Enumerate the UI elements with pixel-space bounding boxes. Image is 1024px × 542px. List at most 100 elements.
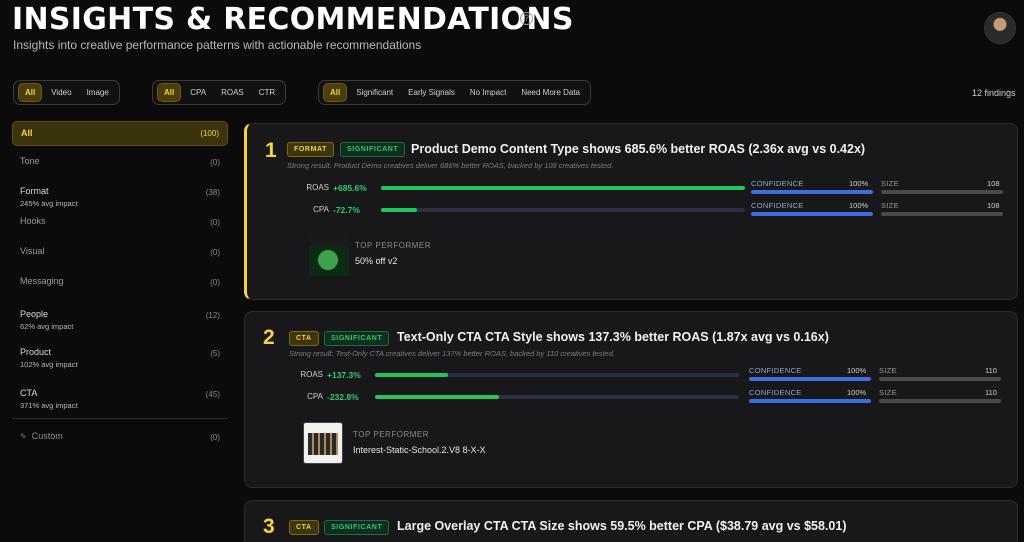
sidebar-item-all[interactable]: All (100) <box>12 121 228 146</box>
sidebar-item-format[interactable]: Format 245% avg impact (38) <box>12 180 228 210</box>
metric-label: CPA <box>313 205 329 214</box>
top-performer-name[interactable]: Interest-Static-School.2.V8 8-X-X <box>353 445 486 455</box>
top-performer-label: TOP PERFORMER <box>353 430 429 439</box>
sidebar-item-impact: 245% avg impact <box>20 199 78 208</box>
metric-row-roas: ROAS +685.6% CONFIDENCE 100% SIZE 108 <box>287 179 1007 194</box>
confidence-label: CONFIDENCE <box>749 366 802 375</box>
insight-description: Strong result: Text-Only CTA creatives d… <box>289 349 615 358</box>
category-sidebar: All (100) Tone (0) Format 245% avg impac… <box>12 121 228 455</box>
top-performer-label: TOP PERFORMER <box>355 241 431 250</box>
sidebar-item-impact: 371% avg impact <box>20 401 78 410</box>
size-label: SIZE <box>881 179 899 188</box>
confidence-label: CONFIDENCE <box>749 388 802 397</box>
metric-label: CPA <box>307 392 323 401</box>
confidence-value: 100% <box>849 201 869 210</box>
sidebar-item-count: (38) <box>205 188 220 197</box>
metric-bar-fill <box>381 208 418 212</box>
metric-bar <box>375 373 739 377</box>
metric-row-cpa: CPA -72.7% CONFIDENCE 100% SIZE 108 <box>287 201 1007 216</box>
category-badge: CTA <box>289 331 319 346</box>
filter-media-image[interactable]: Image <box>81 84 115 101</box>
metric-bar <box>381 186 745 190</box>
insight-card-1[interactable]: 1 FORMAT SIGNIFICANT Product Demo Conten… <box>244 123 1018 300</box>
insight-title: Product Demo Content Type shows 685.6% b… <box>411 142 866 156</box>
top-performer-thumbnail[interactable] <box>309 234 349 276</box>
page-subtitle: Insights into creative performance patte… <box>13 38 422 52</box>
media-filter-group: All Video Image <box>13 80 120 105</box>
sidebar-item-count: (0) <box>210 433 220 442</box>
sidebar-item-label: Tone <box>20 156 40 166</box>
metric-bar-fill <box>375 373 448 377</box>
metric-bar-fill <box>375 395 499 399</box>
insight-rank: 3 <box>263 515 275 538</box>
metric-value: -232.8% <box>327 392 359 402</box>
top-performer-thumbnail[interactable] <box>303 422 343 464</box>
sidebar-item-count: (45) <box>205 390 220 399</box>
size-bar <box>879 399 1001 403</box>
filter-metric-cpa[interactable]: CPA <box>184 84 212 101</box>
sidebar-item-label: Messaging <box>20 276 64 286</box>
sidebar-divider <box>12 418 228 419</box>
sidebar-item-count: (0) <box>210 278 220 287</box>
significance-badge: SIGNIFICANT <box>324 520 390 535</box>
sidebar-item-label: Custom <box>31 431 63 441</box>
filter-sig-no-impact[interactable]: No Impact <box>464 84 512 101</box>
sidebar-item-count: (0) <box>210 218 220 227</box>
metric-bar-fill <box>381 186 745 190</box>
insight-title: Text-Only CTA CTA Style shows 137.3% bet… <box>397 330 829 344</box>
filter-metric-all[interactable]: All <box>157 83 182 102</box>
size-bar <box>879 377 1001 381</box>
size-value: 108 <box>987 179 1000 188</box>
confidence-bar <box>749 399 871 403</box>
size-value: 110 <box>985 366 997 375</box>
sidebar-item-custom[interactable]: ✎ Custom (0) <box>12 425 228 455</box>
metric-bar <box>375 395 739 399</box>
size-value: 108 <box>987 201 1000 210</box>
insight-description: Strong result: Product Demo creatives de… <box>287 161 614 170</box>
confidence-bar <box>749 377 871 381</box>
sidebar-item-tone[interactable]: Tone (0) <box>12 150 228 180</box>
metric-value: +685.6% <box>333 183 367 193</box>
sidebar-item-count: (0) <box>210 248 220 257</box>
sidebar-item-label: Format <box>20 186 49 196</box>
filter-media-video[interactable]: Video <box>45 84 77 101</box>
metric-row-cpa: CPA -232.8% CONFIDENCE 100% SIZE 110 <box>281 388 1001 403</box>
help-icon[interactable]: ? <box>520 12 533 25</box>
filter-media-all[interactable]: All <box>18 83 43 102</box>
metric-value: +137.3% <box>327 370 361 380</box>
sidebar-item-label: People <box>20 309 49 319</box>
insight-rank: 1 <box>265 139 277 162</box>
sidebar-item-count: (100) <box>200 129 219 138</box>
sidebar-item-cta[interactable]: CTA 371% avg impact (45) <box>12 382 228 416</box>
sidebar-item-label: Product <box>20 347 52 357</box>
filter-metric-roas[interactable]: ROAS <box>215 84 250 101</box>
size-label: SIZE <box>881 201 899 210</box>
metric-label: ROAS <box>306 183 329 192</box>
filter-sig-all[interactable]: All <box>323 83 348 102</box>
sidebar-item-label: Visual <box>20 246 45 256</box>
sidebar-item-visual[interactable]: Visual (0) <box>12 240 228 270</box>
confidence-bar <box>751 190 873 194</box>
size-bar <box>881 190 1003 194</box>
filter-sig-early-signals[interactable]: Early Signals <box>402 84 461 101</box>
sidebar-item-people[interactable]: People 62% avg impact (12) <box>12 300 228 341</box>
filter-sig-need-more-data[interactable]: Need More Data <box>515 84 586 101</box>
metric-value: -72.7% <box>333 205 360 215</box>
filter-sig-significant[interactable]: Significant <box>350 84 399 101</box>
metric-label: ROAS <box>300 370 323 379</box>
findings-count: 12 findings <box>972 88 1016 98</box>
top-performer-name[interactable]: 50% off v2 <box>355 256 397 266</box>
sidebar-item-hooks[interactable]: Hooks (0) <box>12 210 228 240</box>
insight-card-3[interactable]: 3 CTA SIGNIFICANT Large Overlay CTA CTA … <box>244 500 1018 542</box>
sidebar-item-label: All <box>21 128 33 138</box>
avatar[interactable] <box>984 12 1016 44</box>
metric-row-roas: ROAS +137.3% CONFIDENCE 100% SIZE 110 <box>281 366 1001 381</box>
sidebar-item-messaging[interactable]: Messaging (0) <box>12 270 228 300</box>
confidence-value: 100% <box>847 366 867 375</box>
sidebar-item-product[interactable]: Product 102% avg impact (5) <box>12 341 228 382</box>
confidence-label: CONFIDENCE <box>751 179 804 188</box>
category-badge: CTA <box>289 520 319 535</box>
insight-card-2[interactable]: 2 CTA SIGNIFICANT Text-Only CTA CTA Styl… <box>244 311 1018 488</box>
filter-metric-ctr[interactable]: CTR <box>253 84 281 101</box>
confidence-bar <box>751 212 873 216</box>
